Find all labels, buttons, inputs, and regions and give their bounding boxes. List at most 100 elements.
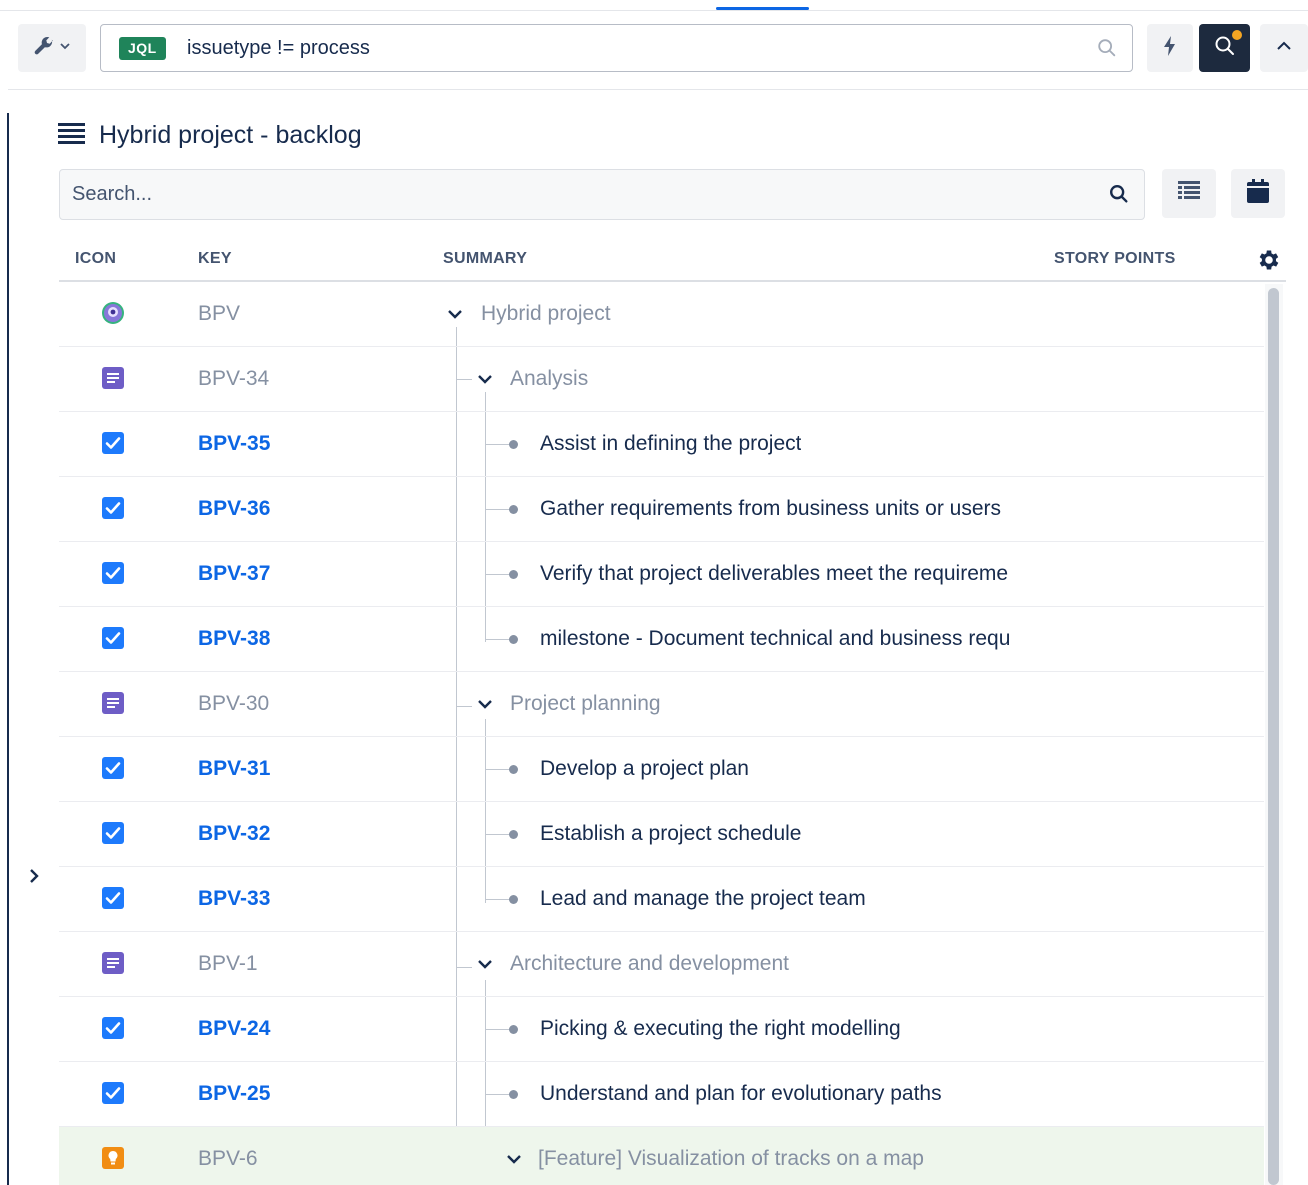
issue-key: BPV: [198, 302, 241, 325]
panel-header: Hybrid project - backlog: [58, 118, 362, 152]
epic-icon: [101, 951, 125, 975]
search-toggle-button[interactable]: [1199, 24, 1250, 72]
search-field: [59, 169, 1145, 220]
column-settings-gear-icon[interactable]: [1256, 247, 1282, 278]
issue-key[interactable]: BPV-32: [198, 802, 270, 866]
jql-query-text[interactable]: issuetype != process: [187, 25, 370, 71]
tree-leaf-dot: [509, 1090, 518, 1099]
chevron-right-icon: [27, 867, 41, 890]
tree-line: [485, 444, 509, 445]
issue-key[interactable]: BPV-38: [198, 607, 270, 671]
table-row[interactable]: BPV-35 Assist in defining the project: [59, 412, 1264, 477]
table-row[interactable]: BPV-30 Project planning: [59, 672, 1264, 737]
column-header-key[interactable]: KEY: [198, 250, 232, 268]
issue-summary[interactable]: Understand and plan for evolutionary pat…: [540, 1062, 942, 1126]
issue-key[interactable]: BPV-24: [198, 997, 270, 1061]
table-row[interactable]: BPV-33 Lead and manage the project team: [59, 867, 1264, 932]
search-input[interactable]: [60, 170, 1090, 219]
issue-summary[interactable]: Analysis: [510, 347, 588, 411]
chevron-down-icon[interactable]: [476, 695, 494, 713]
tree-line: [485, 899, 509, 900]
jql-query-field[interactable]: JQL issuetype != process: [100, 24, 1133, 72]
table-row[interactable]: BPV-31 Develop a project plan: [59, 737, 1264, 802]
issue-summary[interactable]: Gather requirements from business units …: [540, 477, 1001, 541]
table-row[interactable]: BPV-32 Establish a project schedule: [59, 802, 1264, 867]
issue-summary[interactable]: Architecture and development: [510, 932, 789, 996]
left-rail: [7, 113, 9, 1185]
chevron-down-icon: [59, 39, 71, 57]
search-icon[interactable]: [1096, 37, 1118, 64]
expand-sidebar-button[interactable]: [24, 866, 44, 890]
issue-summary[interactable]: Project planning: [510, 672, 661, 736]
issue-summary[interactable]: Develop a project plan: [540, 737, 749, 801]
calendar-icon: [1247, 179, 1269, 208]
issue-key: BPV-34: [198, 367, 270, 390]
issue-summary[interactable]: Picking & executing the right modelling: [540, 997, 901, 1061]
quick-actions-button[interactable]: [1147, 24, 1193, 72]
tree-line: [485, 509, 509, 510]
list-view-button[interactable]: [1162, 169, 1216, 218]
chevron-down-icon[interactable]: [476, 955, 494, 973]
issue-summary[interactable]: Hybrid project: [481, 282, 611, 346]
issue-summary[interactable]: Verify that project deliverables meet th…: [540, 542, 1008, 606]
table-row[interactable]: BPV-34 Analysis: [59, 347, 1264, 412]
task-icon: [101, 886, 125, 910]
issue-key: BPV-30: [198, 692, 270, 715]
toolbar: JQL issuetype != process: [0, 24, 1308, 74]
column-header-story-points[interactable]: STORY POINTS: [1054, 250, 1176, 268]
hamburger-menu-icon[interactable]: [58, 121, 85, 150]
issue-key[interactable]: BPV-25: [198, 1062, 270, 1126]
column-header-summary[interactable]: SUMMARY: [443, 250, 527, 268]
feature-icon: [101, 1146, 125, 1170]
table-row[interactable]: BPV-37 Verify that project deliverables m…: [59, 542, 1264, 607]
issue-summary[interactable]: [Feature] Visualization of tracks on a m…: [538, 1127, 924, 1185]
issue-summary[interactable]: Assist in defining the project: [540, 412, 801, 476]
tree-leaf-dot: [509, 635, 518, 644]
tree-line: [485, 834, 509, 835]
tree-line: [485, 574, 509, 575]
table-row[interactable]: BPV-38 milestone - Document technical and…: [59, 607, 1264, 672]
table-row[interactable]: BPV-36 Gather requirements from business …: [59, 477, 1264, 542]
tree-line: [485, 769, 509, 770]
scrollbar-thumb[interactable]: [1268, 288, 1279, 1185]
column-header-icon[interactable]: ICON: [75, 250, 116, 268]
tools-dropdown-button[interactable]: [18, 24, 86, 72]
top-divider: [0, 10, 1308, 11]
issue-key: BPV-6: [198, 1147, 258, 1170]
issue-key[interactable]: BPV-36: [198, 477, 270, 541]
task-icon: [101, 626, 125, 650]
issue-key[interactable]: BPV-31: [198, 737, 270, 801]
issue-summary[interactable]: Establish a project schedule: [540, 802, 802, 866]
collapse-toolbar-button[interactable]: [1260, 24, 1308, 72]
task-icon: [101, 431, 125, 455]
wrench-icon: [33, 35, 55, 62]
table-row[interactable]: BPV-25 Understand and plan for evolutiona…: [59, 1062, 1264, 1127]
table-row[interactable]: BPV-1 Architecture and development: [59, 932, 1264, 997]
issue-key[interactable]: BPV-37: [198, 542, 270, 606]
tree-line: [485, 1029, 509, 1030]
table-row[interactable]: BPV Hybrid project: [59, 282, 1264, 347]
search-icon[interactable]: [1108, 183, 1130, 210]
issue-key[interactable]: BPV-33: [198, 867, 270, 931]
page-title: Hybrid project - backlog: [99, 120, 362, 149]
tree-leaf-dot: [509, 505, 518, 514]
task-icon: [101, 1016, 125, 1040]
chevron-down-icon[interactable]: [476, 370, 494, 388]
tree-leaf-dot: [509, 765, 518, 774]
tree-leaf-dot: [509, 1025, 518, 1034]
calendar-view-button[interactable]: [1231, 169, 1285, 218]
task-icon: [101, 561, 125, 585]
issue-summary[interactable]: milestone - Document technical and busin…: [540, 607, 1010, 671]
issue-key[interactable]: BPV-35: [198, 412, 270, 476]
chevron-down-icon[interactable]: [446, 305, 464, 323]
issue-summary[interactable]: Lead and manage the project team: [540, 867, 866, 931]
tree-line: [485, 639, 509, 640]
tree-leaf-dot: [509, 570, 518, 579]
chevron-down-icon[interactable]: [505, 1150, 523, 1168]
jql-badge: JQL: [119, 37, 166, 60]
table-row[interactable]: BPV-6 [Feature] Visualization of tracks o…: [59, 1127, 1264, 1185]
lightning-icon: [1161, 35, 1179, 62]
task-icon: [101, 756, 125, 780]
toolbar-divider: [8, 89, 1308, 90]
table-row[interactable]: BPV-24 Picking & executing the right mode…: [59, 997, 1264, 1062]
